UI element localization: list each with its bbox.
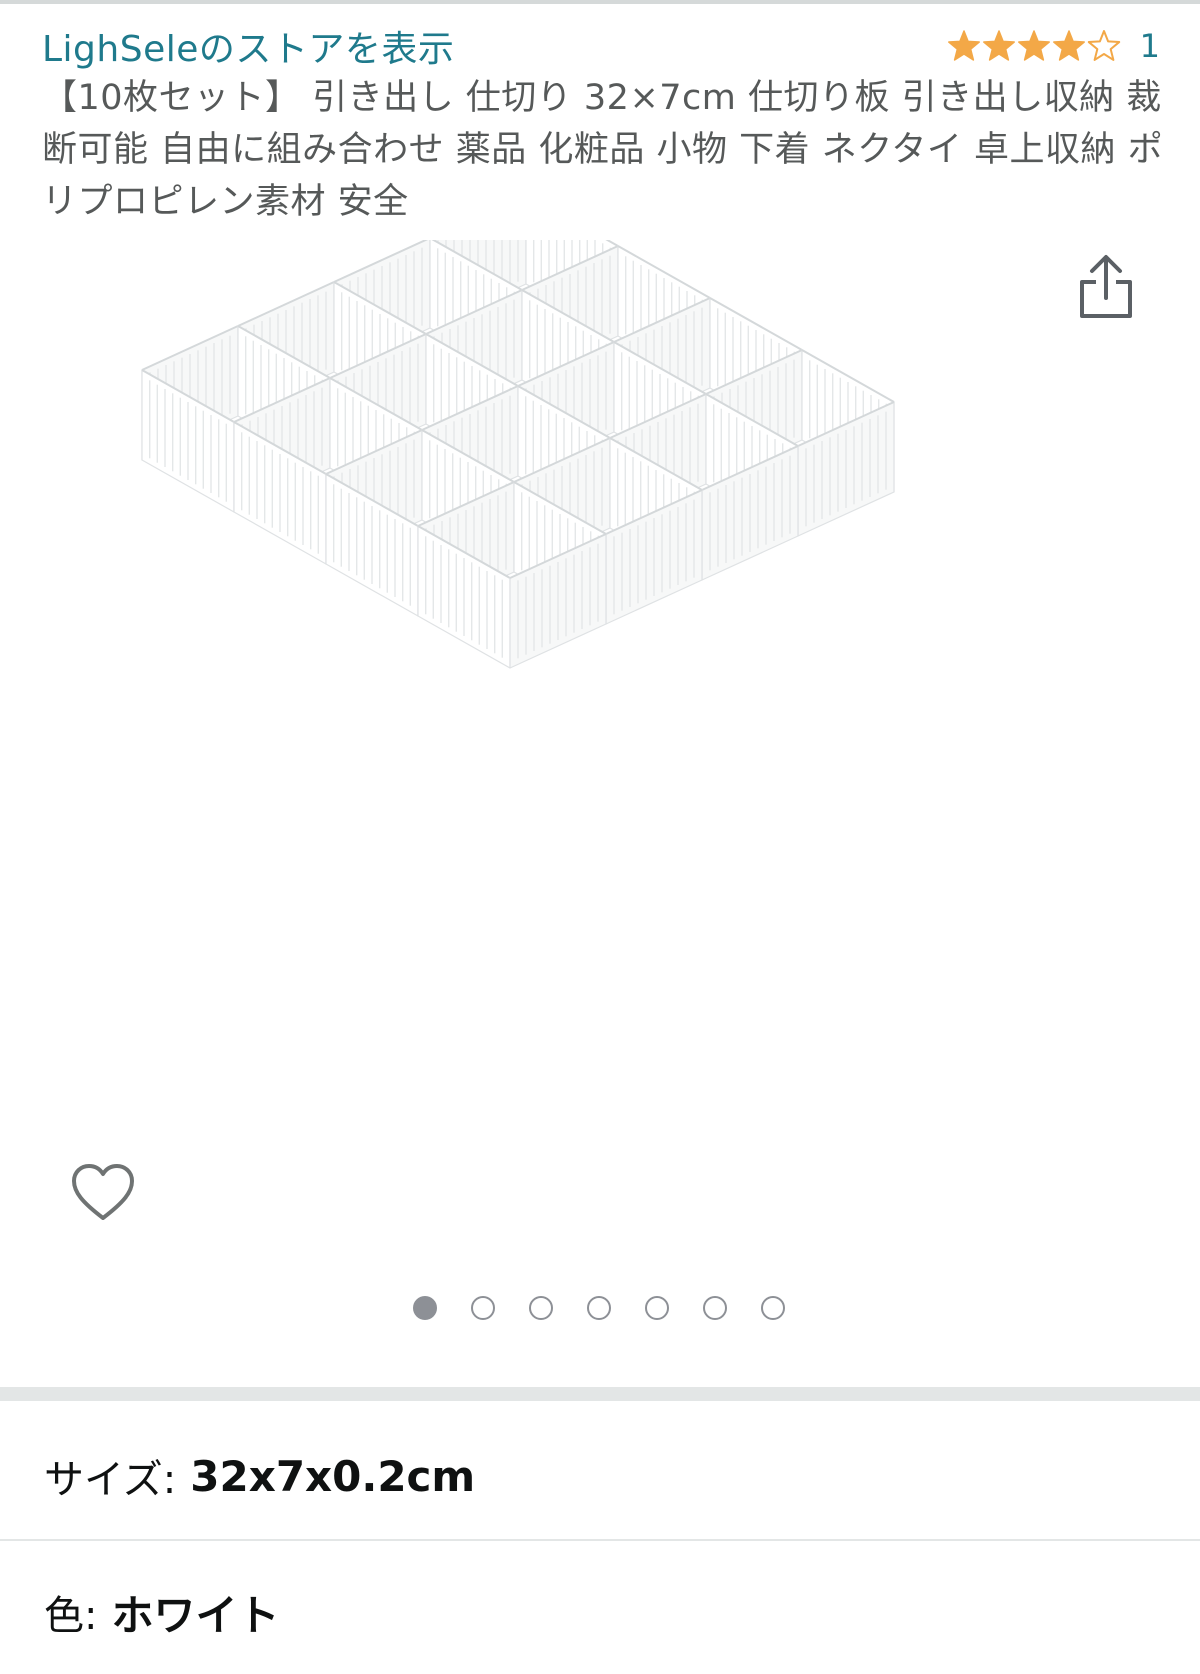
star-filled-icon [982,30,1015,61]
color-variation-row[interactable]: 色: ホワイト [44,1572,280,1652]
pagination-dot[interactable] [587,1296,611,1320]
size-variation-row[interactable]: サイズ: 32x7x0.2cm [44,1436,475,1516]
pagination-dot[interactable] [471,1296,495,1320]
share-icon [1080,255,1132,318]
row-divider [0,1539,1200,1541]
drawer-divider-grid-image [141,193,895,669]
share-button[interactable] [1078,252,1134,320]
size-value: 32x7x0.2cm [190,1451,476,1501]
pagination-dot[interactable] [761,1296,785,1320]
top-divider [0,0,1200,4]
store-link[interactable]: LighSeleのストアを表示 [42,20,454,72]
heart-outline-icon [72,1164,134,1220]
star-empty-icon [1087,30,1120,61]
pagination-dot[interactable] [413,1296,437,1320]
product-image[interactable] [90,193,1110,1080]
rating-count[interactable]: 1 [1140,27,1160,65]
rating-summary[interactable]: 1 [947,24,1160,68]
color-label: 色: [44,1593,98,1639]
size-label: サイズ: [44,1457,177,1503]
star-filled-icon [947,30,980,61]
star-rating [947,29,1122,63]
pagination-dot[interactable] [529,1296,553,1320]
pagination-dot[interactable] [645,1296,669,1320]
wishlist-button[interactable] [70,1162,136,1224]
pagination-dot[interactable] [703,1296,727,1320]
star-filled-icon [1052,30,1085,61]
image-pagination-dots [0,1296,1200,1324]
star-filled-icon [1017,30,1050,61]
product-title: 【10枚セット】 引き出し 仕切り 32×7cm 仕切り板 引き出し収納 裁断可… [42,78,1164,222]
section-divider [0,1387,1200,1401]
header-row: LighSeleのストアを表示 1 [42,14,1160,72]
divider-grid-drawing [141,193,895,669]
color-value: ホワイト [111,1590,280,1640]
